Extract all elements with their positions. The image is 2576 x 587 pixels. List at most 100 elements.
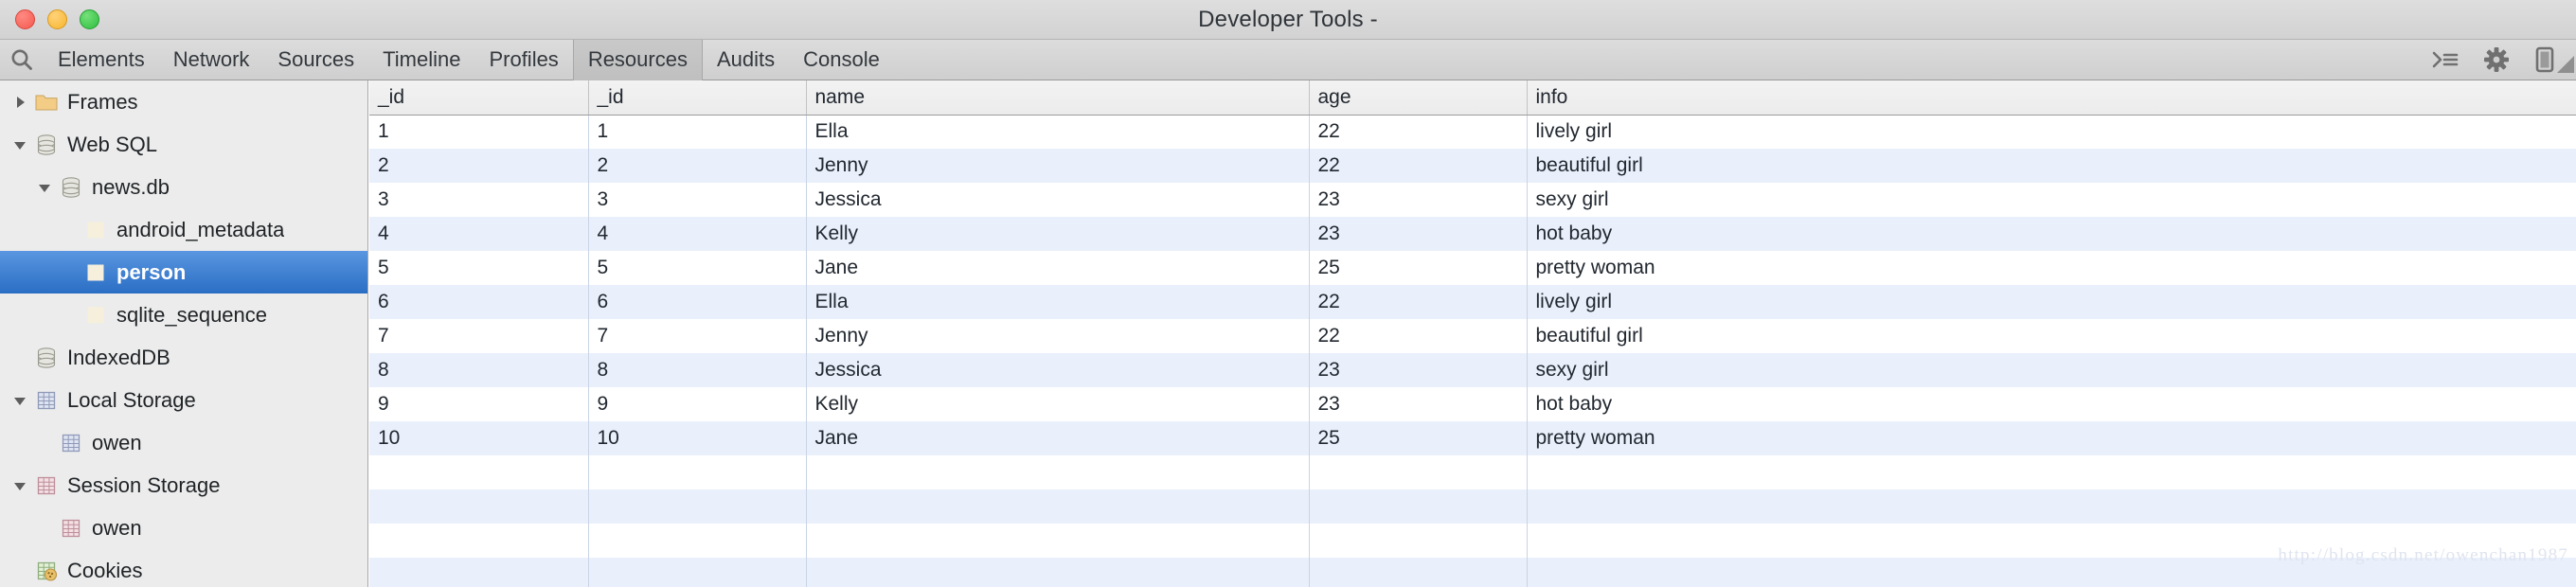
resize-grip-icon[interactable]: [2557, 56, 2574, 78]
table-cell[interactable]: 22: [1309, 115, 1528, 149]
sidebar-item-cookies[interactable]: Cookies: [0, 549, 367, 587]
tab-timeline[interactable]: Timeline: [368, 40, 474, 80]
table-row[interactable]: 8 8 Jessica 23 sexy girl: [369, 353, 2576, 387]
table-cell[interactable]: 1: [369, 115, 589, 149]
table-cell[interactable]: pretty woman: [1527, 251, 2576, 285]
chevron-down-icon[interactable]: [32, 180, 57, 195]
table-cell[interactable]: 23: [1309, 217, 1528, 251]
sidebar-item-owen[interactable]: owen: [0, 507, 367, 549]
table-cell[interactable]: 5: [588, 251, 807, 285]
column-header[interactable]: info: [1527, 80, 2576, 116]
table-cell[interactable]: 22: [1309, 319, 1528, 353]
table-cell[interactable]: Kelly: [806, 217, 1310, 251]
table-cell[interactable]: 4: [369, 217, 589, 251]
chevron-right-icon[interactable]: [8, 95, 32, 110]
table-cell[interactable]: beautiful girl: [1527, 319, 2576, 353]
table-cell[interactable]: 6: [369, 285, 589, 319]
tab-elements[interactable]: Elements: [44, 40, 159, 80]
tab-resources[interactable]: Resources: [572, 39, 703, 80]
sidebar-item-frames[interactable]: Frames: [0, 80, 367, 123]
sidebar-item-session-storage[interactable]: Session Storage: [0, 464, 367, 507]
column-header[interactable]: _id: [588, 80, 807, 116]
table-cell[interactable]: Jessica: [806, 353, 1310, 387]
table-cell[interactable]: Jane: [806, 251, 1310, 285]
table-row[interactable]: 10 10 Jane 25 pretty woman: [369, 421, 2576, 455]
table-cell[interactable]: 6: [588, 285, 807, 319]
table-cell[interactable]: 9: [369, 387, 589, 421]
sidebar-item-web-sql[interactable]: Web SQL: [0, 123, 367, 166]
sidebar-item-sqlite-sequence[interactable]: sqlite_sequence: [0, 294, 367, 336]
table-row[interactable]: 5 5 Jane 25 pretty woman: [369, 251, 2576, 285]
tab-network[interactable]: Network: [159, 40, 264, 80]
cell-value: Jane: [814, 427, 859, 449]
table-cell[interactable]: Jane: [806, 421, 1310, 455]
sidebar-item-indexeddb[interactable]: IndexedDB: [0, 336, 367, 379]
table-cell[interactable]: 1: [588, 115, 807, 149]
dock-position-icon[interactable]: [2534, 46, 2555, 73]
folder-icon: [32, 90, 61, 115]
table-cell[interactable]: 7: [588, 319, 807, 353]
table-cell[interactable]: 5: [369, 251, 589, 285]
table-cell[interactable]: Jenny: [806, 319, 1310, 353]
table-cell[interactable]: Ella: [806, 285, 1310, 319]
table-cell[interactable]: sexy girl: [1527, 183, 2576, 217]
table-cell[interactable]: Jenny: [806, 149, 1310, 183]
chevron-down-icon[interactable]: [8, 137, 32, 152]
cell-value: pretty woman: [1535, 427, 1655, 449]
table-cell[interactable]: lively girl: [1527, 115, 2576, 149]
sidebar-item-news-db[interactable]: news.db: [0, 166, 367, 208]
table-cell[interactable]: 22: [1309, 285, 1528, 319]
table-cell[interactable]: 4: [588, 217, 807, 251]
column-header[interactable]: name: [806, 80, 1310, 116]
table-row[interactable]: 1 1 Ella 22 lively girl: [369, 115, 2576, 149]
table-cell[interactable]: 2: [369, 149, 589, 183]
chevron-down-icon[interactable]: [8, 478, 32, 493]
table-cell[interactable]: hot baby: [1527, 387, 2576, 421]
tab-profiles[interactable]: Profiles: [474, 40, 572, 80]
table-cell[interactable]: Jessica: [806, 183, 1310, 217]
table-cell[interactable]: 23: [1309, 387, 1528, 421]
table-cell[interactable]: 7: [369, 319, 589, 353]
tab-sources[interactable]: Sources: [263, 40, 368, 80]
table-cell[interactable]: 8: [369, 353, 589, 387]
table-cell[interactable]: lively girl: [1527, 285, 2576, 319]
table-cell[interactable]: 22: [1309, 149, 1528, 183]
table-cell[interactable]: 9: [588, 387, 807, 421]
table-cell[interactable]: 23: [1309, 183, 1528, 217]
gear-icon[interactable]: [2483, 46, 2510, 73]
sidebar-item-android-metadata[interactable]: android_metadata: [0, 208, 367, 251]
data-grid-panel[interactable]: _id _id name age info 1 1 Ella 22 lively girl 2 2 J…: [369, 80, 2576, 587]
table-row[interactable]: 7 7 Jenny 22 beautiful girl: [369, 319, 2576, 353]
search-icon[interactable]: [0, 40, 44, 80]
table-row[interactable]: 3 3 Jessica 23 sexy girl: [369, 183, 2576, 217]
table-cell[interactable]: pretty woman: [1527, 421, 2576, 455]
table-row[interactable]: 6 6 Ella 22 lively girl: [369, 285, 2576, 319]
table-cell[interactable]: 10: [369, 421, 589, 455]
sidebar-item-owen[interactable]: owen: [0, 421, 367, 464]
table-cell[interactable]: hot baby: [1527, 217, 2576, 251]
table-cell[interactable]: 25: [1309, 251, 1528, 285]
table-cell[interactable]: Kelly: [806, 387, 1310, 421]
console-drawer-icon[interactable]: [2432, 49, 2459, 70]
table-cell[interactable]: sexy girl: [1527, 353, 2576, 387]
sidebar-item-person[interactable]: person: [0, 251, 367, 294]
column-header[interactable]: _id: [369, 80, 589, 116]
tab-audits[interactable]: Audits: [703, 40, 789, 80]
tab-console[interactable]: Console: [789, 40, 894, 80]
sidebar-item-local-storage[interactable]: Local Storage: [0, 379, 367, 421]
table-cell[interactable]: 3: [588, 183, 807, 217]
table-cell[interactable]: 10: [588, 421, 807, 455]
table-row[interactable]: 2 2 Jenny 22 beautiful girl: [369, 149, 2576, 183]
table-cell[interactable]: beautiful girl: [1527, 149, 2576, 183]
table-cell[interactable]: 8: [588, 353, 807, 387]
table-row[interactable]: 4 4 Kelly 23 hot baby: [369, 217, 2576, 251]
table-cell[interactable]: 3: [369, 183, 589, 217]
chevron-down-icon[interactable]: [8, 393, 32, 408]
table-cell[interactable]: 2: [588, 149, 807, 183]
column-header[interactable]: age: [1309, 80, 1528, 116]
resources-sidebar[interactable]: Frames Web SQL news.db android_metadata pers…: [0, 80, 368, 587]
table-row[interactable]: 9 9 Kelly 23 hot baby: [369, 387, 2576, 421]
table-cell[interactable]: 25: [1309, 421, 1528, 455]
table-cell[interactable]: 23: [1309, 353, 1528, 387]
table-cell[interactable]: Ella: [806, 115, 1310, 149]
